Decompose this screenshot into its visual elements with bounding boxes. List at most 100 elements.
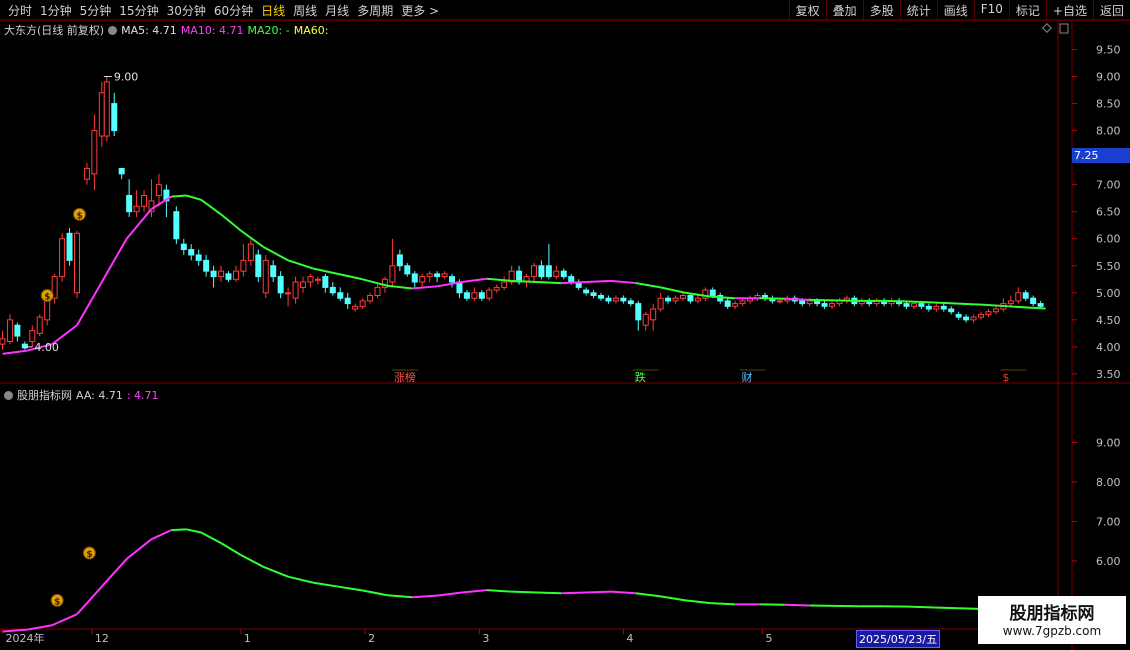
candle-body <box>14 324 21 337</box>
indicator-line-segment <box>362 589 388 597</box>
indicator-line-segment <box>220 542 242 556</box>
ma-line-segment <box>784 297 810 301</box>
indicator-line-segment <box>387 594 413 599</box>
indicator-tick-label: 7.00 <box>1096 515 1121 528</box>
indicator-line-segment <box>660 595 686 602</box>
candle-body <box>367 295 374 302</box>
candle-body <box>374 286 381 296</box>
candle-body <box>903 303 910 307</box>
candle-body <box>925 305 932 310</box>
candle-body <box>948 308 955 313</box>
candle-body <box>404 265 411 275</box>
candle-body <box>486 289 493 299</box>
indicator-line-segment <box>412 594 438 599</box>
ma-line-segment <box>834 299 860 302</box>
candle-body <box>441 273 448 278</box>
indicator-line-segment <box>486 589 512 593</box>
candle-body <box>471 292 478 299</box>
ma-line-segment <box>561 280 587 285</box>
candle-body <box>650 308 657 321</box>
candle-body <box>463 292 470 299</box>
candle-body <box>419 276 426 283</box>
candle-body <box>292 281 299 299</box>
candle-body <box>694 297 701 302</box>
indicator-line-segment <box>436 591 463 597</box>
candle-body <box>411 273 418 283</box>
ma-line-segment <box>586 279 612 283</box>
square-icon <box>1059 23 1069 34</box>
event-marker: 涨榜 <box>394 370 416 384</box>
candle-body <box>426 273 433 278</box>
candle-body <box>821 303 828 307</box>
candle-body <box>627 300 634 305</box>
candle-body <box>732 303 739 307</box>
time-tick-label: 5 <box>765 632 772 645</box>
candle-body <box>66 232 73 261</box>
ma-line-segment <box>387 284 413 290</box>
candle-body <box>36 316 43 334</box>
stock-chart[interactable]: 3.504.004.505.005.506.006.507.007.508.00… <box>0 0 1130 650</box>
money-bag-icon-glyph: $ <box>76 211 82 221</box>
indicator-line-segment <box>461 589 487 594</box>
candle-body <box>270 265 277 278</box>
candle-body <box>449 276 456 283</box>
candle-body <box>1015 292 1022 302</box>
indicator-line-segment <box>262 565 289 578</box>
candle-body <box>493 286 500 291</box>
candle-body <box>933 305 940 310</box>
indicator-line-segment <box>51 613 78 627</box>
candle-body <box>210 270 217 278</box>
indicator-line-segment <box>610 590 636 595</box>
ma-line-segment <box>461 277 487 283</box>
ma-line-segment <box>76 281 103 326</box>
candle-body <box>501 281 508 288</box>
time-tick-label: 1 <box>244 632 251 645</box>
indicator-line-segment <box>101 558 128 588</box>
time-tick-label: 12 <box>95 632 109 645</box>
price-tick-label: 4.50 <box>1096 314 1121 327</box>
candle-body <box>910 303 917 307</box>
indicator-line-segment <box>511 590 537 594</box>
candle-body <box>285 292 292 295</box>
ma-line-segment <box>884 299 910 303</box>
candle-body <box>118 167 125 175</box>
candle-body <box>83 167 90 180</box>
candle-body <box>963 316 970 321</box>
indicator-tick-label: 8.00 <box>1096 476 1121 489</box>
time-tick-label: 2024年 <box>5 631 44 645</box>
watermark: 股朋指标网 www.7gpzb.com <box>978 596 1126 644</box>
candle-body <box>188 249 195 256</box>
price-tick-label: 6.00 <box>1096 233 1121 246</box>
money-bag-icon-glyph: $ <box>86 550 92 560</box>
price-tick-label: 3.50 <box>1096 368 1121 381</box>
indicator-line-segment <box>908 605 934 609</box>
price-annotation: 4.00 <box>34 341 59 354</box>
candle-body <box>612 297 619 302</box>
time-tick-label: 3 <box>482 632 489 645</box>
candle-body <box>0 338 6 345</box>
candle-body <box>21 343 28 349</box>
candle-body <box>955 313 962 318</box>
candle-body <box>180 243 187 251</box>
price-tick-label: 8.00 <box>1096 125 1121 138</box>
candle-body <box>173 211 180 240</box>
ma-line-segment <box>200 199 222 216</box>
event-marker: 跌 <box>635 370 646 384</box>
candle-body <box>553 270 560 278</box>
candle-body <box>545 265 552 278</box>
ma-line-segment <box>185 194 202 201</box>
candle-body <box>583 289 590 294</box>
candle-body <box>635 303 642 321</box>
ma-line-segment <box>908 300 934 304</box>
candle-body <box>1007 300 1014 305</box>
candle-body <box>538 265 545 278</box>
indicator-line-segment <box>933 606 959 610</box>
ma-line-segment <box>511 279 537 283</box>
candle-body <box>126 194 133 213</box>
candle-body <box>978 313 985 318</box>
watermark-url: www.7gpzb.com <box>1002 624 1102 638</box>
candle-body <box>307 276 314 283</box>
candle-body <box>620 297 627 302</box>
candle-body <box>103 81 110 137</box>
candle-body <box>218 270 225 278</box>
